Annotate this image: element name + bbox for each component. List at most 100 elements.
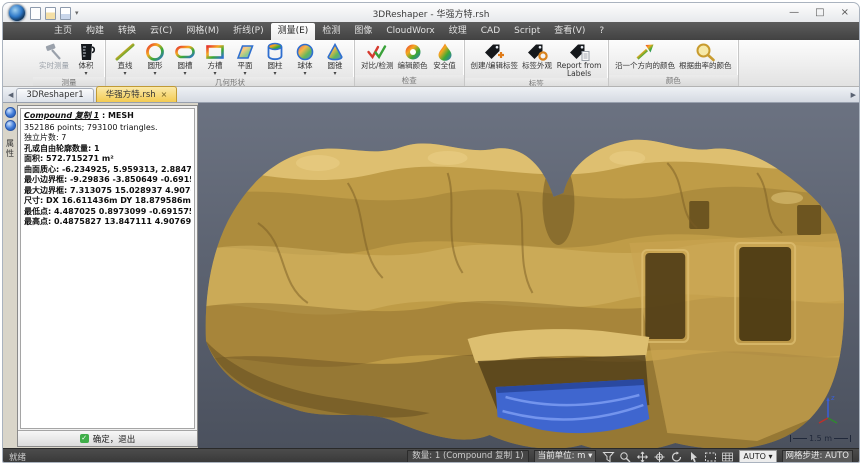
beaker-icon <box>75 41 97 62</box>
ribbon-group-label: 标签 <box>465 78 609 87</box>
ribbon-button-2-7[interactable]: 球体▾ <box>290 41 320 77</box>
menu-tab-4[interactable]: 云(C) <box>143 23 179 40</box>
menu-tab-1[interactable]: 主页 <box>47 23 79 40</box>
auto-selector[interactable]: AUTO ▾ <box>739 450 776 463</box>
ribbon-button-1-1[interactable]: 实时测量 <box>37 41 71 70</box>
rotate-icon[interactable] <box>669 450 683 463</box>
compare-icon <box>366 41 388 62</box>
zoom-icon[interactable] <box>618 450 632 463</box>
touch-icon[interactable] <box>686 450 700 463</box>
scale-bar-label: 1.5 m <box>809 434 832 443</box>
open-file-icon[interactable] <box>45 7 56 20</box>
document-tab-2[interactable]: 华强方特.rsh× <box>96 86 178 102</box>
menu-tab-11[interactable]: 纹理 <box>442 23 474 40</box>
quick-access-caret-icon[interactable]: ▾ <box>75 9 79 17</box>
status-bar: 就绪 数量: 1 (Compound 复制 1) 当前单位: m ▾ AUTO … <box>3 448 859 463</box>
ribbon: 实时测量体积▾测量直线▾圆形▾圆槽▾方槽▾平面▾圆柱▾球体▾圆锥▾几何形状对比/… <box>3 40 859 87</box>
property-line-5: 曲面质心: -6.234925, 5.959313, 2.884764 <box>24 165 191 176</box>
ribbon-button-2-6[interactable]: 圆柱▾ <box>260 41 290 77</box>
menu-tab-5[interactable]: 网格(M) <box>179 23 226 40</box>
grid-icon[interactable] <box>720 450 734 463</box>
ribbon-button-2-3[interactable]: 圆槽▾ <box>170 41 200 77</box>
tab-scroll-left-icon[interactable]: ◀ <box>5 91 16 99</box>
scale-bar: 1.5 m <box>790 434 851 443</box>
safety-value-icon <box>434 41 456 62</box>
ribbon-button-label: 安全值 <box>433 62 456 70</box>
filter-icon[interactable] <box>601 450 615 463</box>
document-tab-bar: ◀ 3DReshaper1 华强方特.rsh× ▶ <box>3 87 859 103</box>
pan-icon[interactable] <box>635 450 649 463</box>
ribbon-button-2-2[interactable]: 圆形▾ <box>140 41 170 77</box>
menu-tab-3[interactable]: 转换 <box>111 23 143 40</box>
blue-ball-icon-1[interactable] <box>5 107 16 118</box>
ribbon-button-label: 球体 <box>298 62 313 70</box>
properties-panel: Compound 复制 1 : MESH 352186 points; 7931… <box>17 105 198 447</box>
menu-tab-6[interactable]: 折线(P) <box>226 23 270 40</box>
ribbon-button-4-1[interactable]: 创建/编辑标签 <box>469 41 521 70</box>
app-window: ▾ 3DReshaper - 华强方特.rsh — □ × 主页构建转换云(C)… <box>2 2 860 463</box>
ribbon-button-5-1[interactable]: 沿一个方向的颜色 <box>613 41 677 70</box>
ribbon-group-label: 检查 <box>355 75 464 86</box>
maximize-button[interactable]: □ <box>815 7 824 18</box>
ribbon-button-label: 圆锥 <box>328 62 343 70</box>
app-logo[interactable] <box>8 4 26 22</box>
main-area: 属性 Compound 复制 1 : MESH 352186 points; 7… <box>3 103 859 448</box>
ribbon-tab-strip: 主页构建转换云(C)网格(M)折线(P)测量(E)检测图像CloudWorx纹理… <box>3 22 859 40</box>
ribbon-button-5-2[interactable]: 根据曲率的颜色 <box>677 41 734 70</box>
ribbon-group-label: 颜色 <box>609 75 738 86</box>
ribbon-button-4-3[interactable]: Report from Labels <box>554 41 604 78</box>
plane-icon <box>234 41 256 62</box>
ribbon-group-2: 直线▾圆形▾圆槽▾方槽▾平面▾圆柱▾球体▾圆锥▾几何形状 <box>106 40 355 86</box>
document-tab-label: 3DReshaper1 <box>26 90 83 100</box>
document-tab-1[interactable]: 3DReshaper1 <box>16 88 93 102</box>
properties-panel-content: Compound 复制 1 : MESH 352186 points; 7931… <box>20 108 195 429</box>
menu-tab-14[interactable]: 查看(V) <box>547 23 592 40</box>
select-icon[interactable] <box>703 450 717 463</box>
ribbon-button-label: 对比/检测 <box>361 62 394 70</box>
ribbon-button-2-8[interactable]: 圆锥▾ <box>320 41 350 77</box>
ribbon-button-2-4[interactable]: 方槽▾ <box>200 41 230 77</box>
menu-tab-7[interactable]: 测量(E) <box>271 23 316 40</box>
grid-step-box[interactable]: 网格步进: AUTO <box>782 450 854 463</box>
ribbon-button-label: 编辑颜色 <box>398 62 428 70</box>
window-title: 3DReshaper - 华强方特.rsh <box>3 7 859 20</box>
tab-scroll-right-icon[interactable]: ▶ <box>848 91 859 99</box>
axis-indicator: z <box>811 392 845 426</box>
ribbon-button-4-2[interactable]: 标签外观 <box>520 41 554 70</box>
ribbon-button-2-1[interactable]: 直线▾ <box>110 41 140 77</box>
edit-colors-icon <box>402 41 424 62</box>
property-line-8: 尺寸: DX 16.611436m DY 18.879586m DZ 5.599… <box>24 196 191 207</box>
menu-tab-13[interactable]: Script <box>507 23 547 40</box>
tag-appearance-icon <box>525 41 549 62</box>
blue-ball-icon-2[interactable] <box>5 120 16 131</box>
menu-tab-12[interactable]: CAD <box>474 23 507 40</box>
unit-selector[interactable]: 当前单位: m ▾ <box>534 450 597 463</box>
left-side-strip: 属性 <box>3 103 17 448</box>
minimize-button[interactable]: — <box>789 7 799 18</box>
menu-tab-9[interactable]: 图像 <box>347 23 379 40</box>
menu-tab-2[interactable]: 构建 <box>79 23 111 40</box>
property-line-3: 孔或自由轮廓数量: 1 <box>24 144 191 155</box>
ribbon-button-2-5[interactable]: 平面▾ <box>230 41 260 77</box>
close-button[interactable]: × <box>841 7 849 18</box>
new-file-icon[interactable] <box>30 7 41 20</box>
ribbon-button-1-2[interactable]: 体积▾ <box>71 41 101 77</box>
tag-plus-icon <box>482 41 506 62</box>
ribbon-button-3-2[interactable]: 编辑颜色 <box>396 41 430 70</box>
save-icon[interactable] <box>60 7 71 20</box>
slot-icon <box>174 41 196 62</box>
ribbon-button-3-3[interactable]: 安全值 <box>430 41 460 70</box>
menu-tab-8[interactable]: 检测 <box>315 23 347 40</box>
ribbon-button-3-1[interactable]: 对比/检测 <box>359 41 396 70</box>
menu-tab-15[interactable]: ? <box>592 23 611 40</box>
confirm-exit-button[interactable]: ✓ 确定，退出 <box>18 430 197 446</box>
tag-report-icon <box>567 41 591 62</box>
ribbon-group-5: 沿一个方向的颜色根据曲率的颜色颜色 <box>609 40 739 86</box>
viewport-3d[interactable]: z 1.5 m <box>198 103 859 448</box>
close-tab-icon[interactable]: × <box>161 90 168 99</box>
ribbon-group-4: 创建/编辑标签标签外观Report from Labels标签 <box>465 40 610 86</box>
properties-strip-label[interactable]: 属性 <box>5 139 16 159</box>
ribbon-button-label: Report from Labels <box>556 62 602 78</box>
center-icon[interactable] <box>652 450 666 463</box>
menu-tab-10[interactable]: CloudWorx <box>379 23 441 40</box>
